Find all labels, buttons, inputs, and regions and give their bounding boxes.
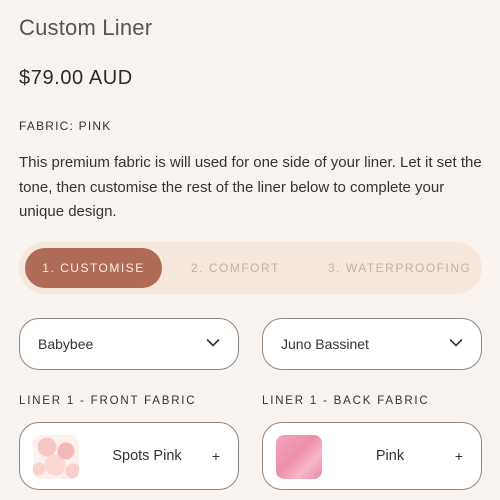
- brand-select[interactable]: Babybee: [19, 318, 239, 370]
- page-title: Custom Liner: [19, 15, 153, 40]
- front-fabric-name: Spots Pink: [112, 448, 182, 464]
- step-waterproofing[interactable]: 3. WATERPROOFING: [328, 248, 471, 288]
- front-fabric-selector[interactable]: Spots Pink +: [19, 422, 239, 490]
- step-comfort[interactable]: 2. COMFORT: [191, 248, 280, 288]
- chevron-down-icon: [206, 339, 220, 347]
- spots-pink-swatch: [33, 435, 79, 479]
- product-price: $79.00 AUD: [19, 67, 133, 89]
- step-customise[interactable]: 1. CUSTOMISE: [25, 248, 162, 288]
- product-page: Custom Liner $79.00 AUD FABRIC: PINK Thi…: [0, 0, 500, 500]
- plus-icon[interactable]: +: [455, 423, 463, 489]
- step-navigation: 1. CUSTOMISE 2. COMFORT 3. WATERPROOFING: [19, 242, 482, 294]
- pink-swatch: [276, 435, 322, 479]
- model-select[interactable]: Juno Bassinet: [262, 318, 482, 370]
- product-description: This premium fabric is will used for one…: [19, 154, 482, 220]
- brand-select-value: Babybee: [38, 336, 94, 352]
- model-select-value: Juno Bassinet: [281, 336, 369, 352]
- selected-fabric-label: FABRIC: PINK: [19, 119, 112, 133]
- plus-icon[interactable]: +: [212, 423, 220, 489]
- back-fabric-label: LINER 1 - BACK FABRIC: [262, 395, 430, 407]
- back-fabric-name: Pink: [375, 448, 405, 464]
- chevron-down-icon: [449, 339, 463, 347]
- front-fabric-label: LINER 1 - FRONT FABRIC: [19, 395, 197, 407]
- back-fabric-selector[interactable]: Pink +: [262, 422, 482, 490]
